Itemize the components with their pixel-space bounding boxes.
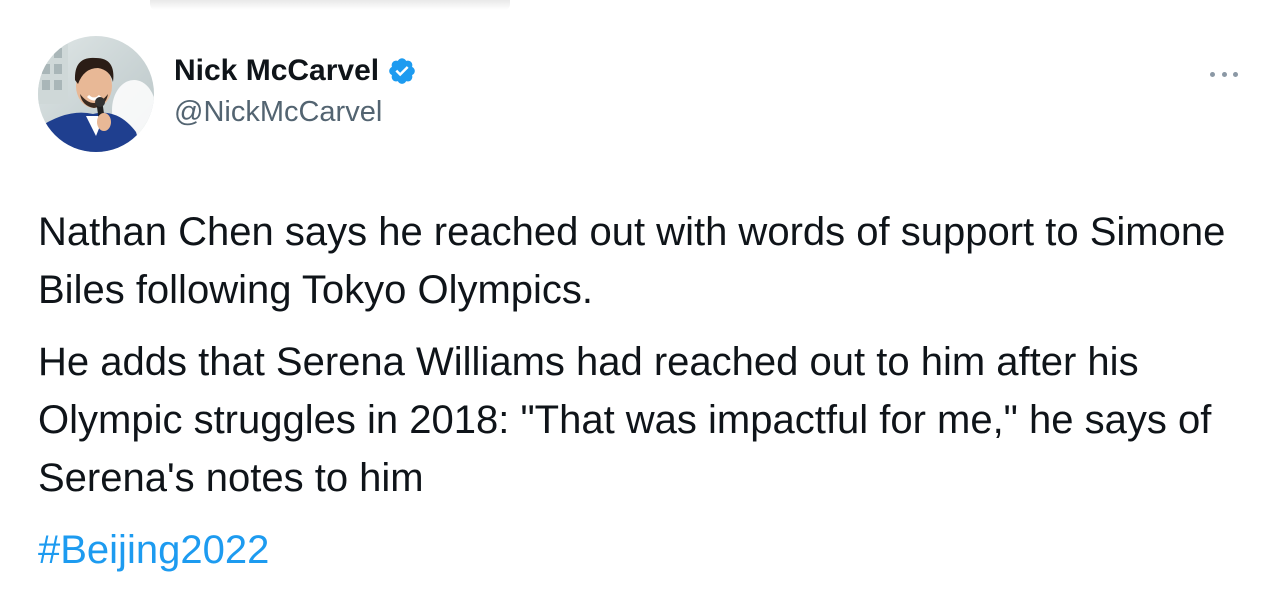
author-display-name[interactable]: Nick McCarvel: [174, 52, 379, 90]
name-row: Nick McCarvel: [174, 52, 417, 90]
more-horizontal-icon[interactable]: [1210, 62, 1238, 86]
tweet-card: Nick McCarvel @NickMcCarvel Nathan Chen …: [0, 0, 1280, 600]
top-edge-shadow: [150, 0, 510, 10]
more-dot: [1221, 71, 1227, 77]
verified-badge-icon: [387, 56, 417, 86]
more-dot: [1233, 71, 1238, 77]
tweet-body: Nathan Chen says he reached out with wor…: [38, 203, 1238, 579]
author-handle[interactable]: @NickMcCarvel: [174, 93, 417, 131]
more-dot: [1210, 71, 1215, 77]
author-names: Nick McCarvel @NickMcCarvel: [174, 52, 417, 131]
tweet-paragraph: Nathan Chen says he reached out with wor…: [38, 210, 1226, 312]
tweet-paragraph: He adds that Serena Williams had reached…: [38, 340, 1212, 500]
tweet-header: Nick McCarvel @NickMcCarvel: [38, 36, 417, 152]
avatar-photo: [38, 36, 154, 152]
avatar[interactable]: [38, 36, 154, 152]
hashtag-link[interactable]: #Beijing2022: [38, 521, 269, 579]
